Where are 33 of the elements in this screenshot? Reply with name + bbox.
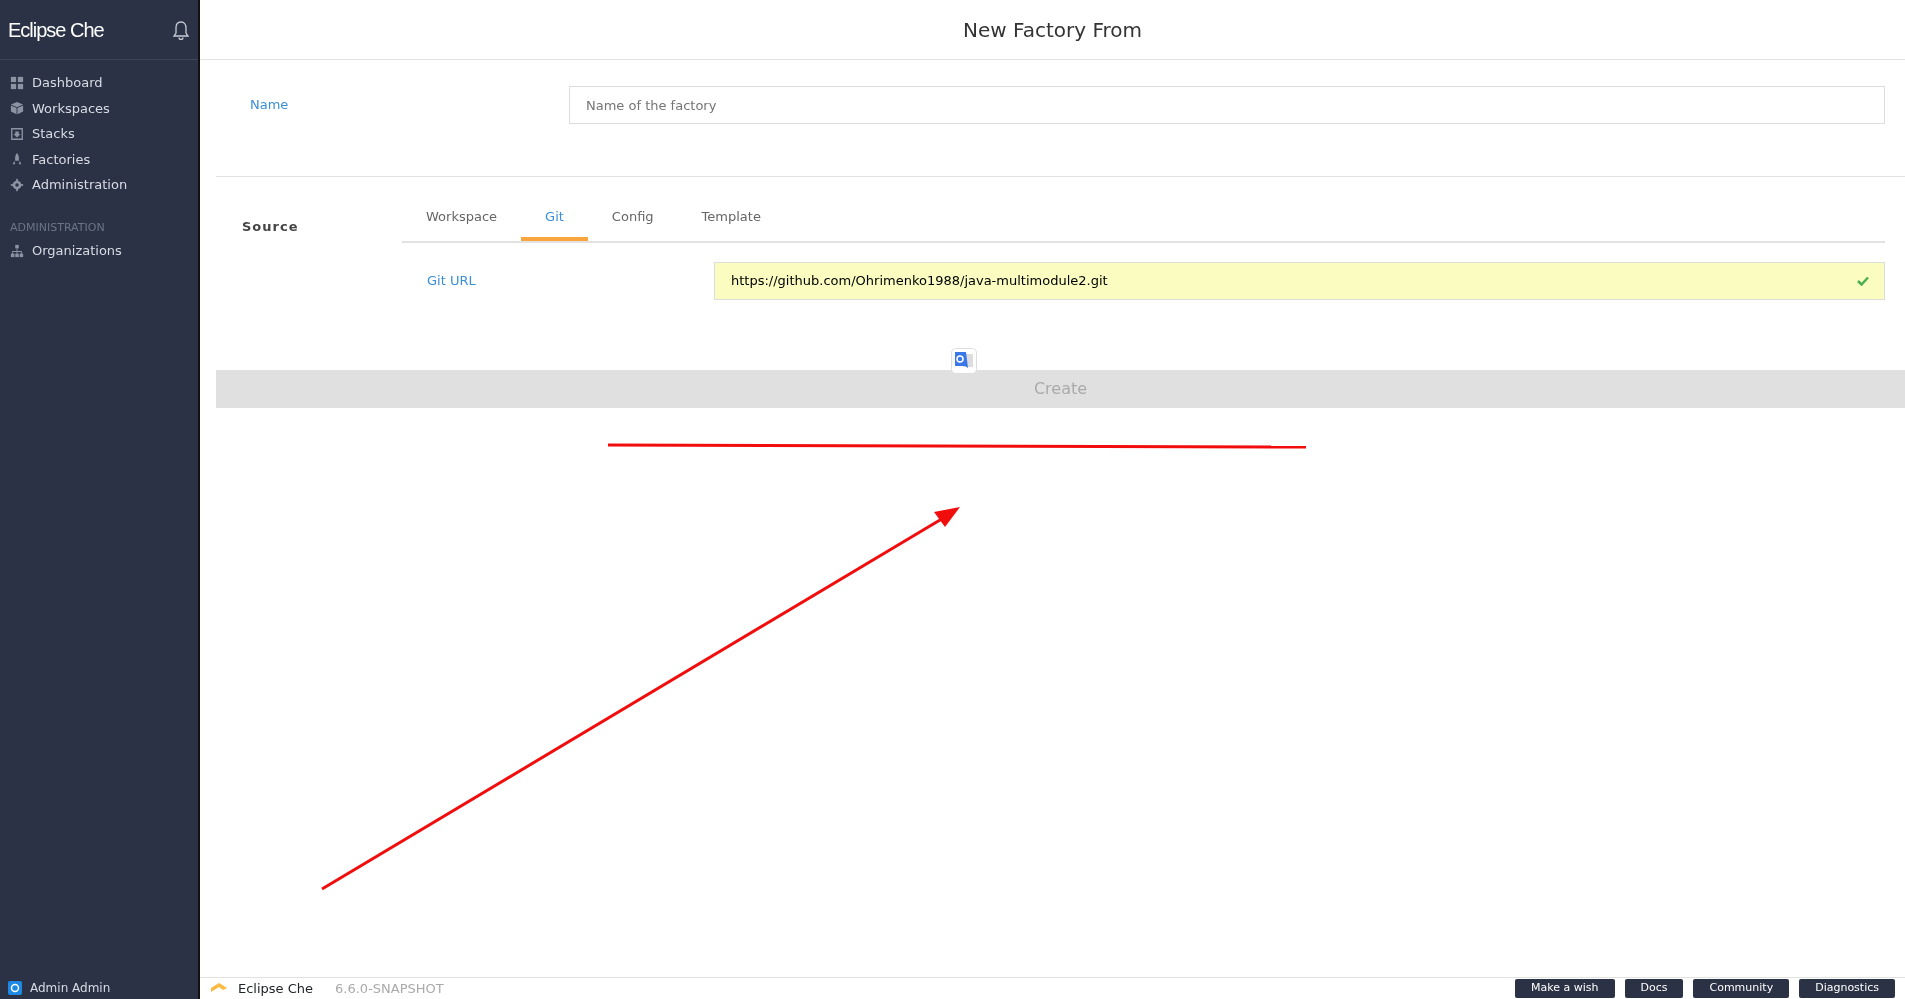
product-name: Eclipse Che [238, 979, 314, 998]
footer-button[interactable]: Community [1693, 979, 1790, 998]
url-field[interactable]: https://github.com/Ohrimenko1988/java-multimodule2.git [714, 261, 1885, 300]
download-box-icon [10, 126, 24, 141]
bell-icon[interactable] [172, 19, 190, 40]
section-heading: ADMINISTRATION [9, 219, 106, 236]
page-title: New Factory From [963, 16, 1142, 44]
version-label: 6.6.0-SNAPSHOT [335, 979, 444, 998]
field-label: Name [249, 96, 290, 115]
grid-icon [10, 75, 24, 90]
brand-logo[interactable]: Eclipse Che [8, 14, 104, 45]
tab[interactable]: Workspace [402, 197, 522, 241]
nav-item[interactable]: Stacks [32, 124, 75, 144]
settings-icon [10, 177, 24, 192]
footer-button[interactable]: Diagnostics [1799, 979, 1895, 998]
avatar-icon [8, 981, 22, 995]
user-name[interactable]: Admin Admin [30, 979, 111, 997]
tab[interactable]: Config [587, 197, 678, 241]
section-label: Source [241, 218, 300, 236]
cube-icon [10, 101, 24, 116]
name-field[interactable]: Name of the factory [569, 86, 1885, 124]
nav-item[interactable]: Dashboard [32, 73, 103, 93]
nav-item[interactable]: Factories [32, 149, 91, 169]
footer-button[interactable]: Docs [1624, 979, 1684, 998]
translate-icon[interactable] [951, 348, 977, 374]
nav-item[interactable]: Administration [32, 175, 128, 195]
nav-item[interactable]: Organizations [32, 241, 122, 261]
nav-item[interactable]: Workspaces [32, 98, 110, 118]
hierarchy-icon [10, 243, 24, 258]
rocket-icon [10, 152, 24, 167]
tab[interactable]: Template [677, 197, 785, 241]
footer-button[interactable]: Make a wish [1515, 979, 1615, 998]
field-label: Git URL [426, 271, 477, 290]
